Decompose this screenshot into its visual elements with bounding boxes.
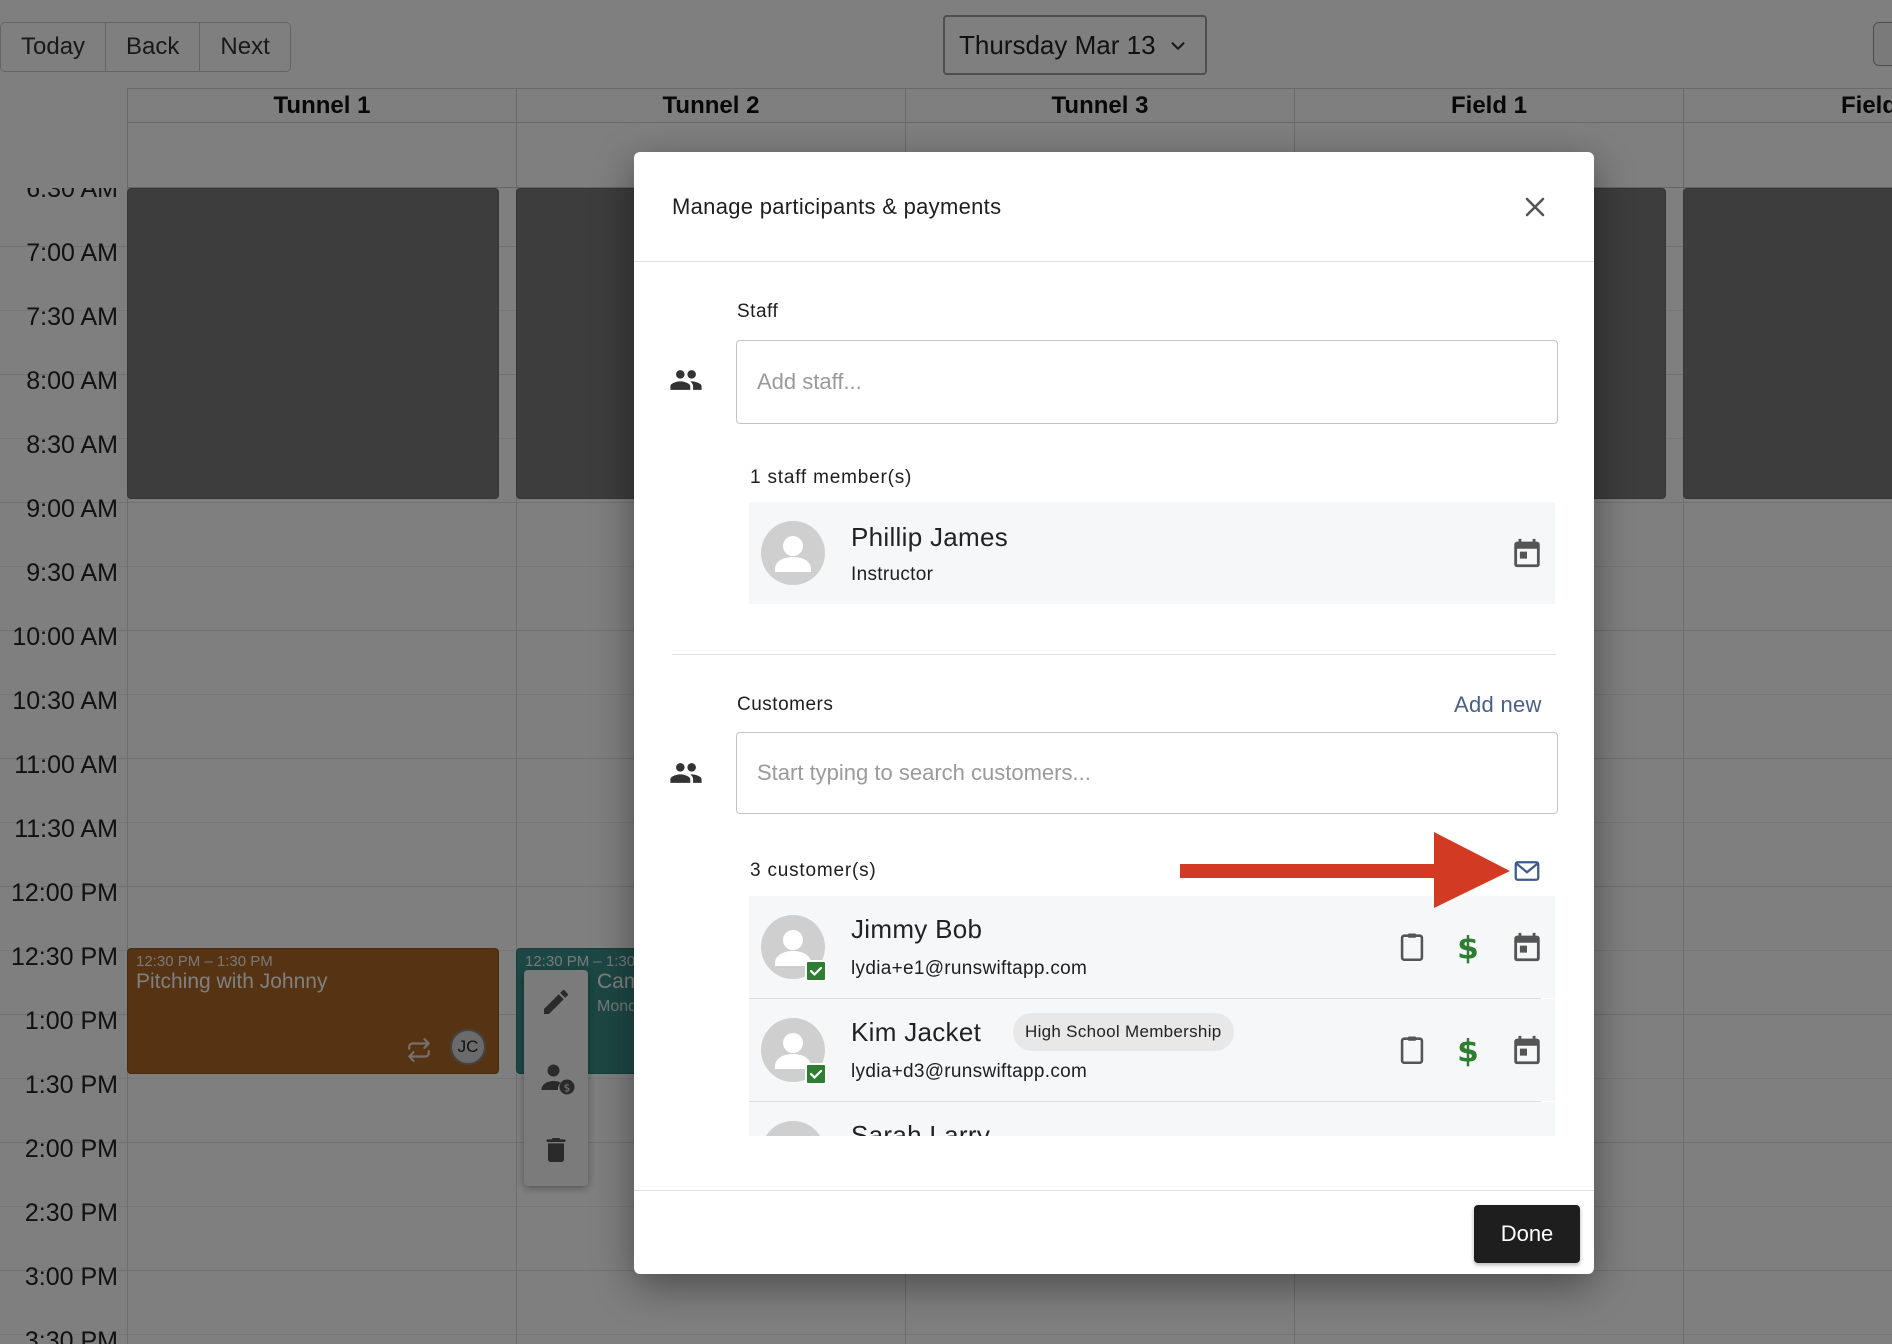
modal-header: Manage participants & payments bbox=[634, 152, 1594, 262]
customer-card[interactable]: Sarah Larry bbox=[749, 1102, 1555, 1136]
staff-search-input[interactable] bbox=[736, 340, 1558, 424]
dollar-icon[interactable]: $ bbox=[1451, 930, 1485, 964]
customer-email: lydia+e1@runswiftapp.com bbox=[851, 958, 1088, 979]
email-customers-icon[interactable] bbox=[1512, 856, 1542, 886]
avatar bbox=[761, 521, 825, 585]
customer-list: Jimmy Bob lydia+e1@runswiftapp.com $ Kim… bbox=[634, 896, 1594, 1136]
customer-name: Sarah Larry bbox=[851, 1120, 991, 1136]
avatar bbox=[761, 1121, 825, 1136]
staff-role: Instructor bbox=[851, 564, 934, 585]
checked-in-icon bbox=[805, 960, 827, 982]
membership-badge: High School Membership bbox=[1013, 1013, 1234, 1051]
modal-footer: Done bbox=[634, 1190, 1594, 1274]
clipboard-icon[interactable] bbox=[1395, 1033, 1429, 1067]
person-icon bbox=[761, 1121, 825, 1136]
staff-member-card[interactable]: Phillip James Instructor bbox=[749, 502, 1555, 604]
calendar-app: Today Back Next Thursday Mar 13 Tunnel 1… bbox=[0, 0, 1892, 1344]
checked-in-icon bbox=[805, 1063, 827, 1085]
customer-count-label: 3 customer(s) bbox=[750, 860, 877, 881]
customer-name: Kim Jacket bbox=[851, 1017, 982, 1047]
calendar-icon[interactable] bbox=[1510, 930, 1544, 964]
add-new-customer-link[interactable]: Add new bbox=[1454, 692, 1542, 718]
close-icon[interactable] bbox=[1510, 182, 1560, 232]
customer-email: lydia+d3@runswiftapp.com bbox=[851, 1061, 1088, 1082]
annotation-arrow-icon bbox=[1180, 832, 1510, 908]
customers-section-label: Customers bbox=[737, 694, 834, 715]
staff-section-label: Staff bbox=[737, 301, 779, 322]
people-icon bbox=[670, 370, 702, 390]
svg-text:$: $ bbox=[1457, 1033, 1479, 1067]
modal-title: Manage participants & payments bbox=[672, 194, 1002, 219]
people-icon bbox=[670, 763, 702, 783]
done-button[interactable]: Done bbox=[1474, 1205, 1580, 1263]
modal-body: Staff 1 staff member(s) Phillip James In… bbox=[634, 262, 1594, 1190]
svg-text:$: $ bbox=[1457, 930, 1479, 964]
section-divider bbox=[672, 654, 1556, 655]
customer-card[interactable]: Jimmy Bob lydia+e1@runswiftapp.com $ bbox=[749, 896, 1555, 998]
customer-card[interactable]: Kim Jacket High School Membership lydia+… bbox=[749, 999, 1555, 1101]
customer-search-input[interactable] bbox=[736, 732, 1558, 814]
staff-count-label: 1 staff member(s) bbox=[750, 467, 913, 488]
calendar-icon[interactable] bbox=[1510, 536, 1544, 570]
staff-name: Phillip James bbox=[851, 522, 1009, 552]
customer-name: Jimmy Bob bbox=[851, 914, 983, 944]
dollar-icon[interactable]: $ bbox=[1451, 1033, 1485, 1067]
person-icon bbox=[775, 536, 811, 572]
calendar-icon[interactable] bbox=[1510, 1033, 1544, 1067]
clipboard-icon[interactable] bbox=[1395, 930, 1429, 964]
manage-participants-modal: Manage participants & payments Staff 1 s… bbox=[634, 152, 1594, 1274]
